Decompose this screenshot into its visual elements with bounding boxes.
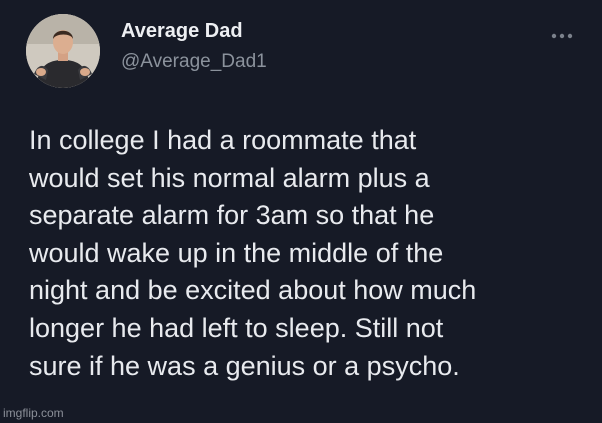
avatar[interactable] [26, 14, 100, 88]
avatar-image [26, 14, 100, 88]
tweet-text: In college I had a roommate that would s… [29, 125, 477, 381]
author-display-name[interactable]: Average Dad [121, 20, 243, 43]
author-handle[interactable]: @Average_Dad1 [121, 51, 267, 73]
tweet-card: Average Dad @Average_Dad1 In college I h… [0, 0, 602, 423]
watermark: imgflip.com [3, 406, 64, 420]
more-horizontal-icon[interactable] [549, 28, 575, 39]
